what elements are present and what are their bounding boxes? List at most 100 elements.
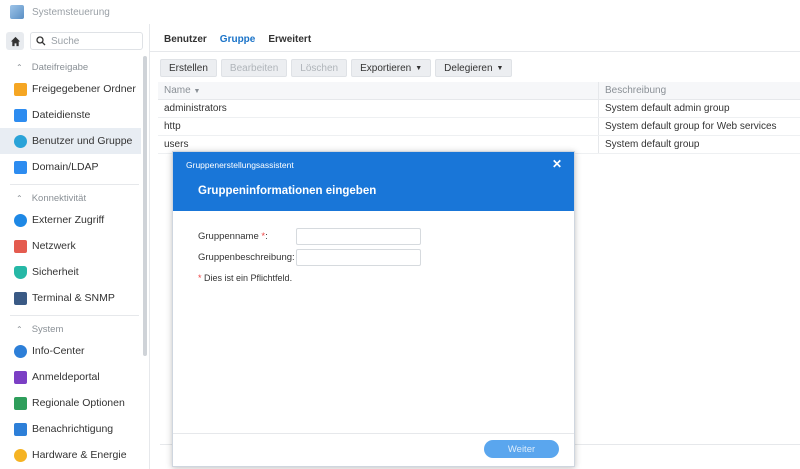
create-button[interactable]: Erstellen	[160, 59, 217, 77]
section-label: Konnektivität	[31, 192, 87, 204]
tab-advanced[interactable]: Erweitert	[268, 34, 311, 45]
sidebar: ⌃ Dateifreigabe Freigegebener Ordner Dat…	[0, 24, 150, 469]
shield-icon	[14, 265, 27, 279]
caret-down-icon: ▼	[496, 64, 504, 72]
sidebar-item-network[interactable]: Netzwerk	[0, 233, 141, 259]
table-row[interactable]: http System default group for Web servic…	[158, 118, 800, 136]
dialog-footer: Weiter	[173, 433, 574, 466]
column-label: Name	[164, 85, 191, 96]
group-table: Name ▼ Beschreibung administrators Syste…	[158, 82, 800, 154]
cell-description: System default group	[598, 136, 800, 153]
sidebar-item-notification[interactable]: Benachrichtigung	[0, 416, 141, 442]
edit-label: Bearbeiten	[229, 62, 279, 74]
sidebar-item-label: Externer Zugriff	[32, 214, 105, 226]
create-group-dialog: Gruppenerstellungsassistent ✕ Gruppeninf…	[172, 151, 575, 467]
sidebar-item-file-services[interactable]: Dateidienste	[0, 102, 141, 128]
sidebar-item-external-access[interactable]: Externer Zugriff	[0, 207, 141, 233]
delegate-dropdown[interactable]: Delegieren ▼	[435, 59, 513, 77]
sidebar-item-label: Freigegebener Ordner	[32, 83, 136, 95]
home-button[interactable]	[6, 32, 24, 50]
table-row[interactable]: administrators System default admin grou…	[158, 100, 800, 118]
sidebar-item-regional-options[interactable]: Regionale Optionen	[0, 390, 141, 416]
home-icon	[10, 36, 20, 46]
required-marker: *	[261, 230, 266, 242]
group-info-form: Gruppenname *: Gruppenbeschreibung: * Di…	[198, 226, 421, 283]
group-description-label: Gruppenbeschreibung:	[198, 251, 295, 263]
info-icon	[14, 344, 27, 358]
required-note: * Dies ist ein Pflichtfeld.	[198, 273, 421, 283]
sidebar-item-label: Anmeldeportal	[32, 371, 100, 383]
chevron-up-icon: ⌃	[16, 62, 23, 72]
dialog-heading: Gruppeninformationen eingeben	[198, 185, 377, 197]
section-file-sharing[interactable]: ⌃ Dateifreigabe	[0, 58, 149, 76]
tab-bar: Benutzer Gruppe Erweitert	[164, 34, 311, 45]
sort-desc-icon: ▼	[193, 88, 201, 95]
group-description-input[interactable]	[296, 248, 421, 266]
search-box[interactable]	[30, 32, 143, 50]
close-icon[interactable]: ✕	[552, 157, 562, 171]
label-text: Gruppenname	[198, 230, 259, 242]
group-name-input[interactable]	[296, 227, 421, 245]
group-name-label: Gruppenname *:	[198, 230, 268, 242]
export-label: Exportieren	[360, 62, 412, 74]
column-header-name[interactable]: Name ▼	[158, 85, 598, 96]
sidebar-item-shared-folder[interactable]: Freigegebener Ordner	[0, 76, 141, 102]
delete-button[interactable]: Löschen	[291, 59, 348, 77]
sidebar-item-info-center[interactable]: Info-Center	[0, 338, 141, 364]
sidebar-item-label: Benutzer und Gruppe	[32, 135, 133, 147]
required-note-text: Dies ist ein Pflichtfeld.	[204, 273, 293, 283]
section-label: System	[31, 323, 64, 335]
sidebar-item-label: Domain/LDAP	[32, 161, 99, 173]
search-icon	[36, 36, 46, 46]
sidebar-item-login-portal[interactable]: Anmeldeportal	[0, 364, 141, 390]
divider	[10, 315, 139, 316]
divider	[150, 51, 800, 52]
folder-icon	[14, 82, 27, 96]
globe-icon	[14, 396, 27, 410]
cell-description: System default group for Web services	[598, 118, 800, 135]
dialog-header: Gruppenerstellungsassistent ✕ Gruppeninf…	[173, 152, 574, 211]
column-label: Beschreibung	[605, 85, 667, 96]
search-input[interactable]	[51, 35, 141, 47]
external-access-icon	[14, 213, 27, 227]
column-header-description[interactable]: Beschreibung	[598, 82, 800, 99]
file-services-icon	[14, 108, 27, 122]
export-dropdown[interactable]: Exportieren ▼	[351, 59, 432, 77]
section-connectivity[interactable]: ⌃ Konnektivität	[0, 189, 149, 207]
cell-name: administrators	[164, 103, 227, 114]
next-button[interactable]: Weiter	[484, 440, 559, 458]
sidebar-item-label: Netzwerk	[32, 240, 76, 252]
sidebar-item-terminal-snmp[interactable]: Terminal & SNMP	[0, 285, 141, 311]
domain-icon	[14, 160, 27, 174]
sidebar-item-label: Dateidienste	[32, 109, 91, 121]
section-system[interactable]: ⌃ System	[0, 320, 149, 338]
section-label: Dateifreigabe	[31, 61, 89, 73]
cell-name: users	[164, 139, 189, 150]
network-home-icon	[14, 239, 27, 253]
sidebar-item-domain-ldap[interactable]: Domain/LDAP	[0, 154, 141, 180]
table-header: Name ▼ Beschreibung	[158, 82, 800, 100]
sidebar-item-users-groups[interactable]: Benutzer und Gruppe	[0, 128, 141, 154]
sidebar-item-label: Terminal & SNMP	[32, 292, 115, 304]
login-portal-icon	[14, 370, 27, 384]
create-label: Erstellen	[169, 62, 208, 74]
sidebar-item-label: Info-Center	[32, 345, 85, 357]
bulb-icon	[14, 448, 27, 462]
cell-description: System default admin group	[598, 100, 800, 117]
edit-button[interactable]: Bearbeiten	[220, 59, 288, 77]
sidebar-item-label: Regionale Optionen	[32, 397, 125, 409]
tab-users[interactable]: Benutzer	[164, 34, 207, 45]
caret-down-icon: ▼	[415, 64, 423, 72]
control-panel-icon	[10, 5, 24, 19]
chevron-up-icon: ⌃	[16, 324, 23, 334]
chevron-up-icon: ⌃	[16, 193, 23, 203]
required-marker: *	[198, 273, 202, 283]
sidebar-item-hardware-energy[interactable]: Hardware & Energie	[0, 442, 141, 468]
sidebar-scrollbar[interactable]	[143, 56, 147, 356]
notification-icon	[14, 422, 27, 436]
sidebar-item-security[interactable]: Sicherheit	[0, 259, 141, 285]
divider	[10, 184, 139, 185]
delete-label: Löschen	[300, 62, 339, 74]
cell-name: http	[164, 121, 181, 132]
tab-group[interactable]: Gruppe	[220, 34, 256, 45]
